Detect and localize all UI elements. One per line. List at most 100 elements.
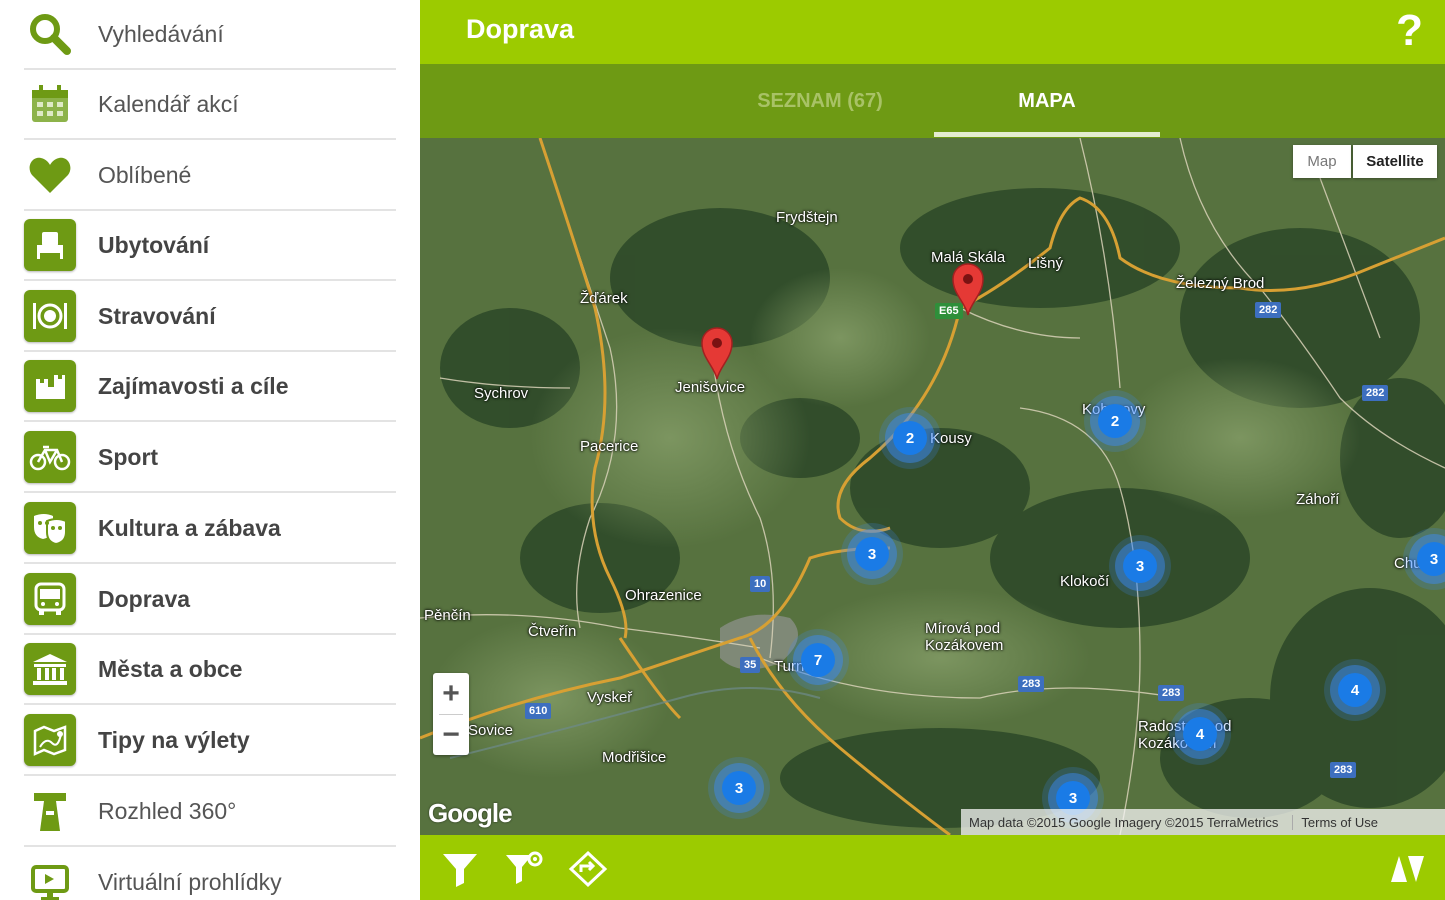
heart-icon [24,149,76,201]
app-header: Doprava ? [420,0,1445,64]
place-label: Vyskeř [587,689,633,706]
road-number: 282 [1362,385,1389,401]
marker-cluster[interactable]: 3 [855,537,889,571]
lookout-tower-icon [24,785,76,837]
bottom-toolbar [420,835,1445,900]
sidebar-item-dining[interactable]: Stravování [24,282,396,352]
road-number: 10 [750,576,771,592]
map-pin-marker[interactable] [951,262,985,316]
sidebar-item-label: Zajímavosti a cíle [98,372,289,399]
page-title: Doprava [466,14,575,44]
marker-cluster[interactable]: 2 [893,421,927,455]
map-imagery [420,138,1445,835]
sidebar-item-transport[interactable]: Doprava [24,565,396,635]
sidebar-item-label: Ubytování [98,231,210,258]
place-label: Modřišice [602,749,667,766]
map-pin-marker[interactable] [700,326,734,380]
sidebar-item-search[interactable]: Vyhledávání [24,0,396,70]
road-number: 283 [1330,762,1357,778]
road-number: 35 [740,657,761,673]
marker-cluster[interactable]: 7 [801,643,835,677]
castle-icon [24,360,76,412]
zoom-control: + − [433,673,469,755]
theatre-masks-icon [24,502,76,554]
zoom-out-button[interactable]: − [433,714,469,755]
place-label: Jenišovice [675,379,746,396]
bus-icon [24,573,76,625]
help-button[interactable]: ? [1396,6,1423,56]
sidebar-item-virtual-tours[interactable]: Virtuální prohlídky [24,848,396,900]
place-label: Frydštejn [776,209,838,226]
marker-cluster[interactable]: 3 [1123,549,1157,583]
sidebar-item-label: Doprava [98,585,191,612]
sidebar-item-label: Oblíbené [98,161,192,188]
google-logo: Google [428,798,513,828]
marker-cluster[interactable]: 4 [1183,717,1217,751]
zoom-divider [439,714,463,715]
sidebar-item-label: Sport [98,443,159,470]
map-route-icon [24,714,76,766]
place-label: Pacerice [580,438,639,455]
town-hall-icon [24,643,76,695]
search-icon [24,8,76,60]
sidebar-item-trip-tips[interactable]: Tipy na výlety [24,706,396,776]
sidebar-item-label: Rozhled 360° [98,797,237,824]
sidebar-item-label: Tipy na výlety [98,726,250,753]
sidebar-item-culture[interactable]: Kultura a zábava [24,494,396,564]
place-label: Sovice [468,722,514,739]
map-type-map-button[interactable]: Map [1293,145,1351,178]
road-number: 283 [1018,676,1045,692]
marker-cluster[interactable]: 2 [1098,404,1132,438]
sidebar-item-calendar[interactable]: Kalendář akcí [24,70,396,140]
marker-cluster[interactable]: 3 [1417,542,1445,576]
view-tabs: SEZNAM (67) MAPA [420,64,1445,138]
place-label: Čtveřín [528,623,577,640]
filter-icon[interactable] [438,847,482,891]
place-label: Žďárek [580,290,628,307]
sidebar-item-label: Vyhledávání [98,20,224,47]
monitor-icon [24,856,76,900]
marker-cluster[interactable]: 3 [722,771,756,805]
attribution-text: Map data ©2015 Google Imagery ©2015 Terr… [969,814,1279,830]
map-attribution: Map data ©2015 Google Imagery ©2015 Terr… [961,809,1445,835]
place-label: Sychrov [474,385,529,402]
active-tab-indicator [934,132,1160,137]
navigation-sidebar: Vyhledávání Kalendář akcí Oblíbené Ubyto… [0,0,420,900]
sidebar-item-attractions[interactable]: Zajímavosti a cíle [24,352,396,422]
zoom-in-button[interactable]: + [433,673,469,714]
filter-settings-icon[interactable] [502,847,546,891]
sidebar-item-favorites[interactable]: Oblíbené [24,141,396,211]
sidebar-item-accommodation[interactable]: Ubytování [24,211,396,281]
tab-list[interactable]: SEZNAM (67) [710,64,930,138]
place-label: Klokočí [1060,573,1110,590]
place-label: Pěnčín [424,607,471,624]
terms-of-use-link[interactable]: Terms of Use [1292,814,1378,830]
place-label: Ohrazenice [625,587,702,604]
bicycle-icon [24,431,76,483]
place-label: Mírová pod Kozákovem [925,620,1004,654]
place-label: Kousy [930,430,972,447]
sidebar-item-lookout-360[interactable]: Rozhled 360° [24,777,396,847]
route-icon[interactable] [566,847,610,891]
sidebar-item-label: Kultura a zábava [98,514,281,541]
satellite-map[interactable]: Map Satellite Frydštejn Malá Skála Lišný… [420,138,1445,835]
sidebar-item-label: Virtuální prohlídky [98,868,282,895]
sidebar-item-label: Stravování [98,302,216,329]
place-label: Lišný [1028,255,1064,272]
marker-cluster[interactable]: 4 [1338,673,1372,707]
bed-icon [24,219,76,271]
sidebar-item-towns[interactable]: Města a obce [24,635,396,705]
road-number: 282 [1255,302,1282,318]
tab-map[interactable]: MAPA [934,64,1160,138]
place-label: Záhoří [1296,491,1340,508]
road-number: 610 [525,703,552,719]
place-label: Železný Brod [1176,275,1265,292]
plate-cutlery-icon [24,290,76,342]
sidebar-item-label: Města a obce [98,655,243,682]
road-number: 283 [1158,685,1185,701]
map-type-satellite-button[interactable]: Satellite [1353,145,1437,178]
sort-icon[interactable] [1385,847,1429,891]
calendar-icon [24,78,76,130]
sidebar-item-label: Kalendář akcí [98,90,239,117]
sidebar-item-sport[interactable]: Sport [24,423,396,493]
